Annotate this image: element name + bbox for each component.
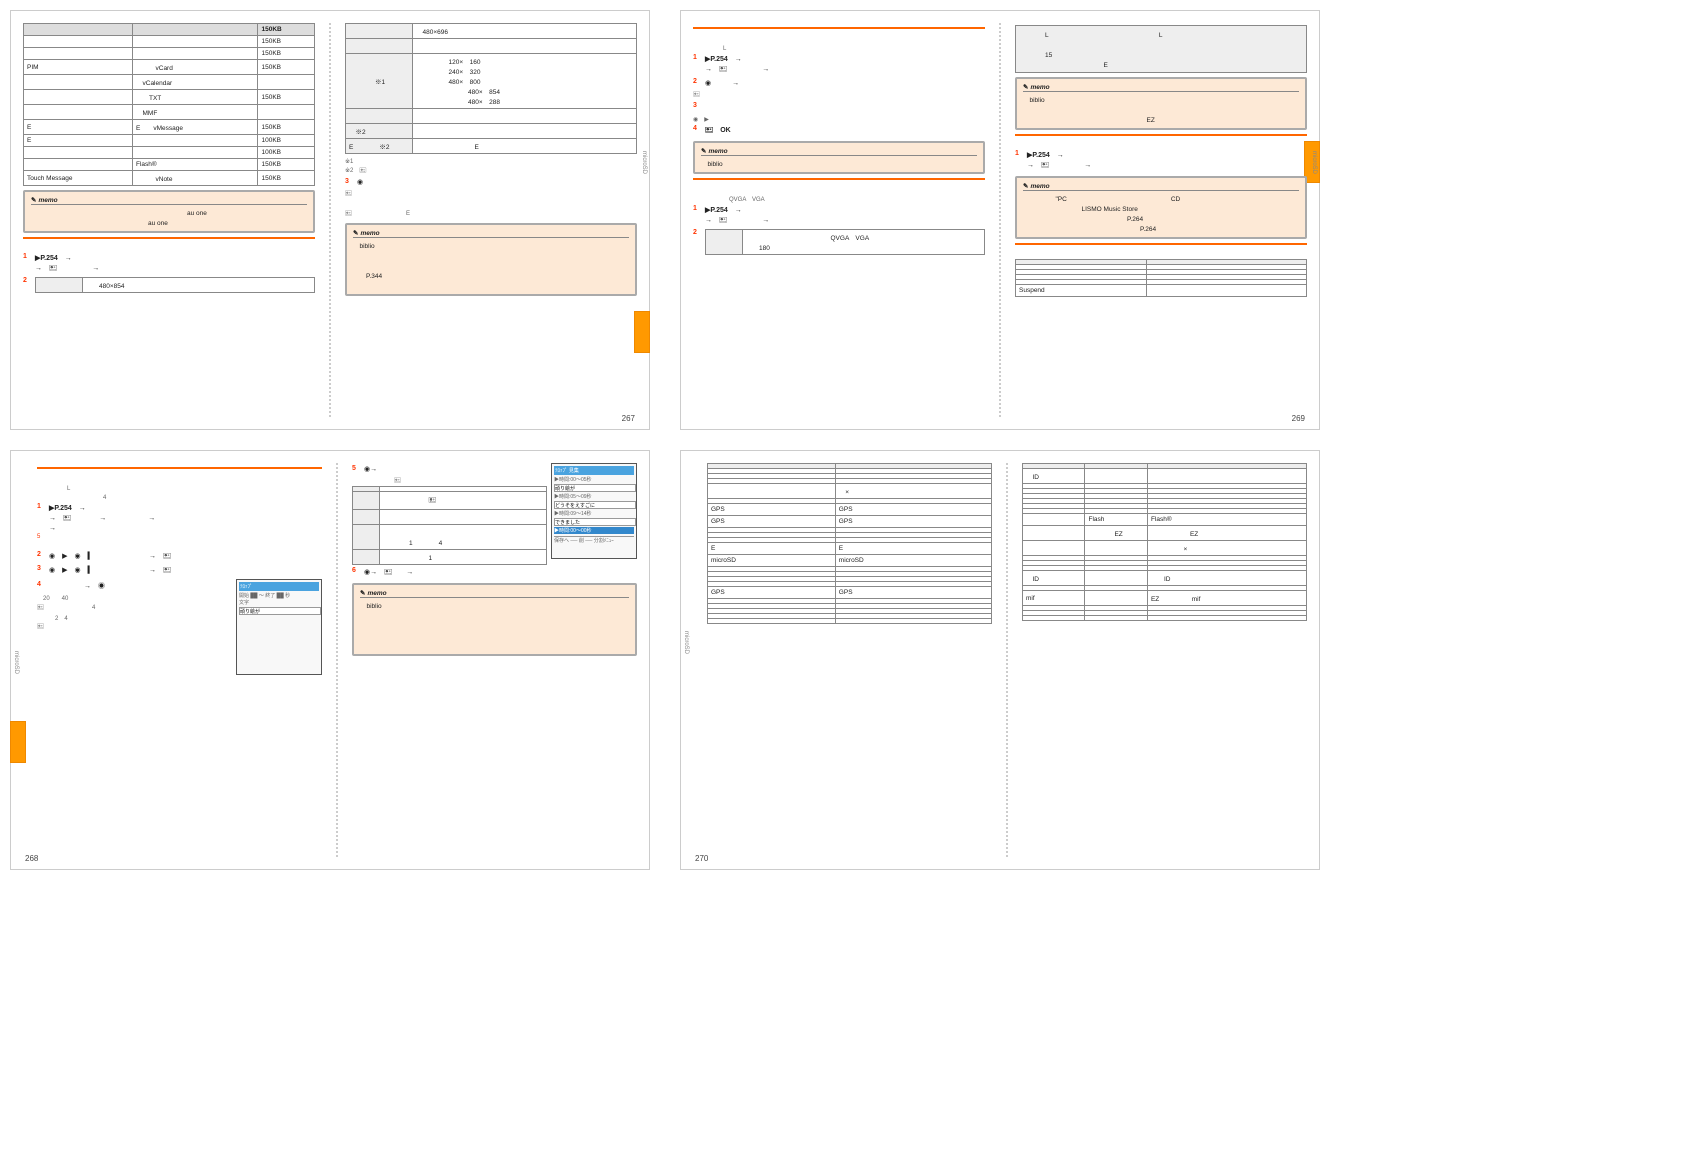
feature-table-left: ×GPSGPSGPSGPSEEmicroSDmicroSDGPSGPS (707, 463, 992, 624)
side-label: microSD (1311, 151, 1317, 174)
feature-table-right: IDFlashFlash® EZ EZ × ID IDmifEZ mif (1022, 463, 1307, 621)
page-270: 270 microSD ×GPSGPSGPSGPSEEmicroSDmicroS… (680, 450, 1320, 870)
format-size-table: 150KB 150KB150KBPIM vCard 150KB vCalenda… (23, 23, 315, 186)
page-267: microSD 267 150KB 150KB150KBPIM vCard 15… (10, 10, 650, 430)
side-label: microSD (683, 631, 689, 654)
telop-edit-thumb-2: ﾃﾛｯﾌﾟ 見集 ▶時間:00～05秒 ▶時間:05～09秒 ▶時間:09～14… (551, 463, 637, 559)
telop-settings-table: 🖭 1 4 1 (352, 486, 547, 565)
memo-5: memo "PC CD LISMO Music Store P.264 P.26… (1015, 176, 1307, 239)
section-heading (23, 241, 315, 251)
side-label: microSD (641, 151, 647, 174)
memo-6: memo biblio (352, 583, 637, 656)
telop-text-input[interactable] (239, 607, 321, 615)
page-269: microSD 269 L 1▶P.254 →→ 🖭 → 2◉ → 🖭 3 ◉ … (680, 10, 1320, 430)
memo-4: memo biblio EZ (1015, 77, 1307, 130)
memo-3: memo biblio (693, 141, 985, 174)
memo-2: memo biblio P.344 (345, 223, 637, 296)
side-label: microSD (13, 651, 19, 674)
resolution-table: 480×696 ※1 120× 160 240× 320 480× 800 48… (345, 23, 637, 154)
telop-edit-thumb-1: ﾃﾛｯﾌﾟ 開始 ██ ～ 終了 ██ 秒 文字 (236, 579, 322, 675)
memo-1: memo au one au one (23, 190, 315, 233)
note-box: L L 15 E (1015, 25, 1307, 73)
page-268: microSD 268 L 4 1▶P.254 →→ 🖭 → →→ 5 2◉ ▶… (10, 450, 650, 870)
suspend-table: Suspend (1015, 259, 1307, 297)
